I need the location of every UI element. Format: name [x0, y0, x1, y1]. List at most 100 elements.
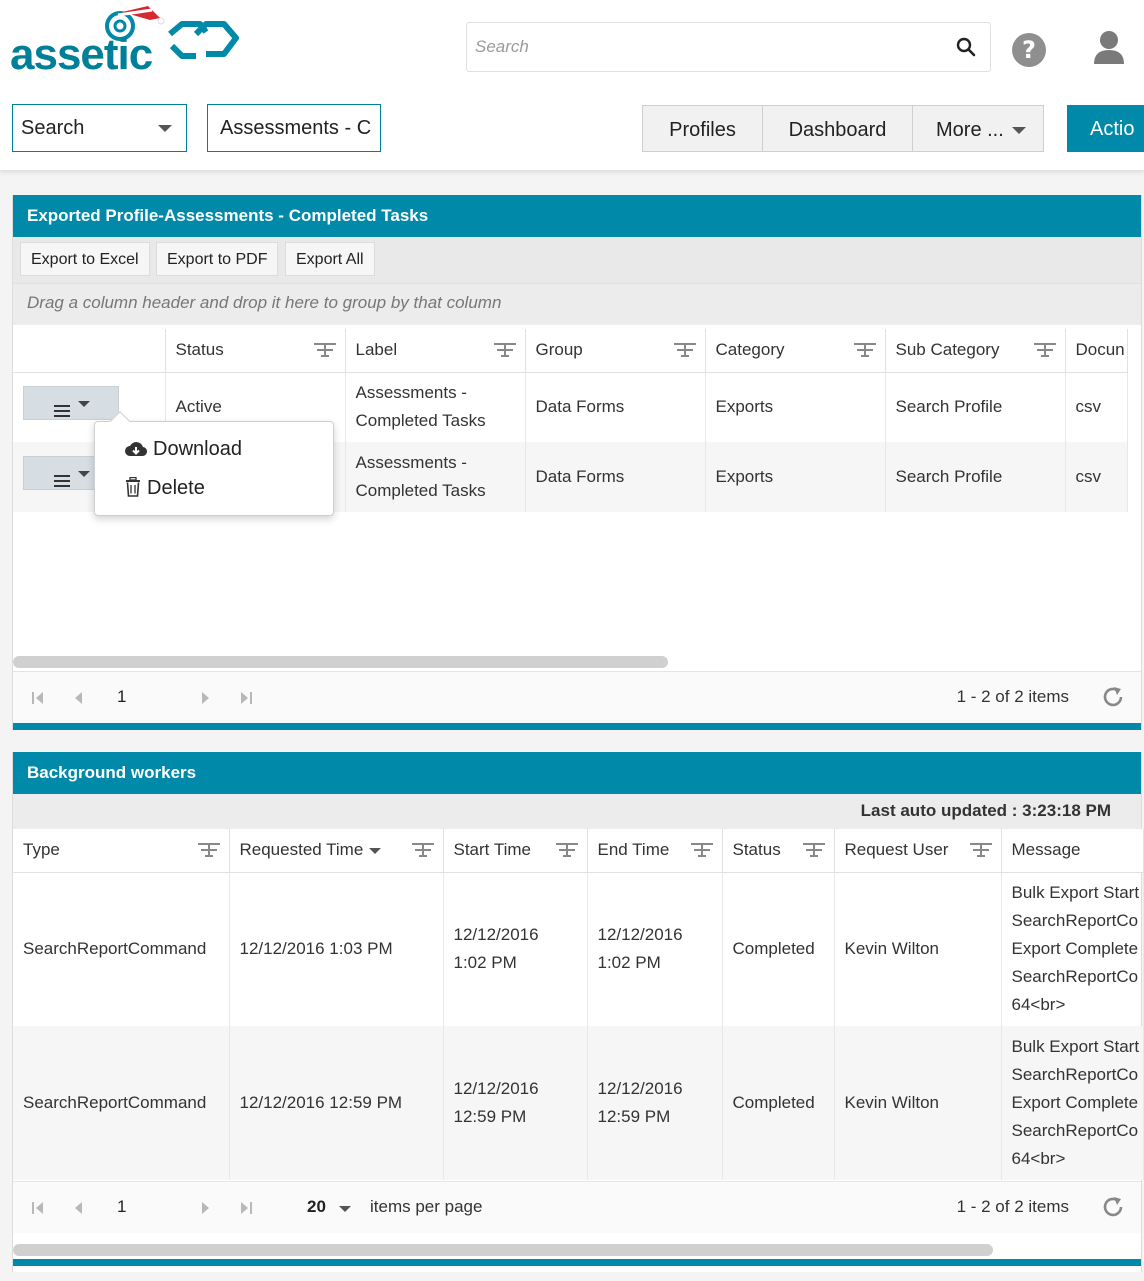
message-line: Export Complete	[1011, 1093, 1139, 1112]
column-header-label: Start Time	[453, 840, 531, 860]
menu-item-delete[interactable]: Delete	[125, 476, 205, 500]
column-header-document[interactable]: Docun	[1065, 329, 1128, 373]
filter-icon[interactable]	[1033, 342, 1057, 363]
cell-type: SearchReportCommand	[13, 1026, 230, 1180]
items-count: 1 - 2 of 2 items	[956, 687, 1069, 706]
cell-type: SearchReportCommand	[13, 872, 230, 1026]
column-header-message[interactable]: Message	[1001, 829, 1144, 873]
tab-dashboard[interactable]: Dashboard	[762, 105, 913, 152]
cell-end-time: 12/12/2016 12:59 PM	[587, 1026, 723, 1180]
cell-requested-time: 12/12/2016 1:03 PM	[229, 872, 444, 1026]
filter-icon[interactable]	[411, 842, 435, 863]
last-page-icon[interactable]	[239, 1200, 253, 1220]
cell-category: Exports	[705, 442, 886, 512]
first-page-icon[interactable]	[31, 690, 45, 710]
current-page[interactable]: 1	[117, 1197, 126, 1217]
refresh-icon[interactable]	[1101, 1195, 1125, 1224]
search-input[interactable]	[467, 23, 947, 71]
workers-panel-title: Background workers	[13, 752, 1141, 794]
help-icon[interactable]: ?	[1011, 32, 1047, 73]
hamburger-icon	[54, 468, 70, 496]
filter-icon[interactable]	[969, 842, 993, 863]
message-line: SearchReportCo	[1011, 1121, 1139, 1140]
filter-icon[interactable]	[555, 842, 579, 863]
group-drop-area[interactable]: Drag a column header and drop it here to…	[13, 283, 1141, 325]
next-page-icon[interactable]	[201, 690, 211, 710]
actions-button[interactable]: Actio	[1067, 105, 1144, 152]
column-header-status[interactable]: Status	[722, 829, 835, 873]
message-line: Bulk Export Start	[1011, 1037, 1140, 1056]
cell-line: 1:02 PM	[597, 953, 661, 973]
scrollbar-thumb[interactable]	[13, 1244, 993, 1256]
filter-icon[interactable]	[690, 842, 714, 863]
cell-subcategory: Search Profile	[885, 372, 1066, 442]
page-size-select[interactable]: 20	[307, 1197, 326, 1217]
column-header-type[interactable]: Type	[13, 829, 230, 873]
chevron-down-icon[interactable]	[339, 1206, 351, 1212]
tab-more[interactable]: More ...	[912, 105, 1044, 152]
menu-item-label: Delete	[147, 477, 205, 499]
cell-subcategory: Search Profile	[885, 442, 1066, 512]
export-excel-button[interactable]: Export to Excel	[20, 242, 150, 276]
prev-page-icon[interactable]	[73, 1200, 83, 1220]
grid-header-row: Status Label Group Category Sub Category…	[13, 329, 1128, 373]
menu-item-download[interactable]: Download	[125, 438, 242, 461]
filter-icon[interactable]	[853, 342, 877, 363]
filter-icon[interactable]	[673, 342, 697, 363]
filter-icon[interactable]	[197, 842, 221, 863]
search-type-select[interactable]: Search	[12, 104, 187, 152]
tab-profiles[interactable]: Profiles	[642, 105, 763, 152]
scrollbar-thumb[interactable]	[13, 656, 668, 668]
horizontal-scrollbar[interactable]	[13, 656, 1141, 668]
prev-page-icon[interactable]	[73, 690, 83, 710]
assessment-select[interactable]: Assessments - C	[207, 104, 381, 152]
first-page-icon[interactable]	[31, 1200, 45, 1220]
cell-start-time: 12/12/2016 12:59 PM	[443, 1026, 588, 1180]
filter-icon[interactable]	[802, 842, 826, 863]
cell-line: 12/12/2016	[453, 925, 539, 945]
filter-icon[interactable]	[493, 342, 517, 363]
column-header-requested-time[interactable]: Requested Time	[229, 829, 444, 873]
column-header-status[interactable]: Status	[165, 329, 346, 373]
message-line: Export Complete	[1011, 939, 1139, 959]
current-page[interactable]: 1	[117, 687, 126, 707]
row-menu-button[interactable]	[23, 385, 119, 420]
column-header-start-time[interactable]: Start Time	[443, 829, 588, 873]
horizontal-scrollbar[interactable]	[13, 1244, 1141, 1256]
cell-label-line: Completed Tasks	[355, 481, 486, 500]
column-header-subcategory[interactable]: Sub Category	[885, 329, 1066, 373]
cloud-download-icon	[125, 442, 148, 457]
next-page-icon[interactable]	[201, 1200, 211, 1220]
cell-label-line: Assessments -	[355, 383, 467, 403]
export-pdf-button[interactable]: Export to PDF	[156, 242, 279, 276]
filter-icon[interactable]	[313, 342, 337, 363]
assetic-logo[interactable]: assetic	[10, 2, 240, 82]
column-header-group[interactable]: Group	[525, 329, 706, 373]
cell-document: csv	[1065, 442, 1128, 512]
cell-message: Bulk Export Start SearchReportCo Export …	[1001, 1026, 1144, 1180]
chevron-down-icon	[78, 470, 90, 477]
items-count: 1 - 2 of 2 items	[956, 1197, 1069, 1216]
refresh-icon[interactable]	[1101, 685, 1125, 714]
sort-descending-icon	[369, 847, 382, 854]
chevron-down-icon	[158, 125, 172, 132]
search-icon[interactable]	[956, 37, 976, 62]
cell-message: Bulk Export Start SearchReportCo Export …	[1001, 872, 1144, 1026]
column-header-request-user[interactable]: Request User	[834, 829, 1002, 873]
column-header-label-col[interactable]: Label	[345, 329, 526, 373]
column-header-category[interactable]: Category	[705, 329, 886, 373]
column-header-end-time[interactable]: End Time	[587, 829, 723, 873]
table-row: SearchReportCommand 12/12/2016 12:59 PM …	[13, 1026, 1144, 1180]
page-size-label: items per page	[370, 1197, 483, 1216]
export-toolbar: Export to Excel Export to PDF Export All	[13, 237, 1141, 283]
column-header-actions	[13, 329, 166, 373]
cell-line: 12/12/2016	[597, 1079, 683, 1098]
message-line: Bulk Export Start	[1011, 883, 1140, 903]
column-header-label: Status	[732, 840, 781, 860]
user-icon[interactable]	[1092, 30, 1126, 71]
export-all-button[interactable]: Export All	[285, 242, 375, 276]
last-page-icon[interactable]	[239, 690, 253, 710]
cell-line: 12:59 PM	[453, 1107, 527, 1126]
search-type-value: Search	[21, 117, 85, 139]
cell-group: Data Forms	[525, 372, 706, 442]
